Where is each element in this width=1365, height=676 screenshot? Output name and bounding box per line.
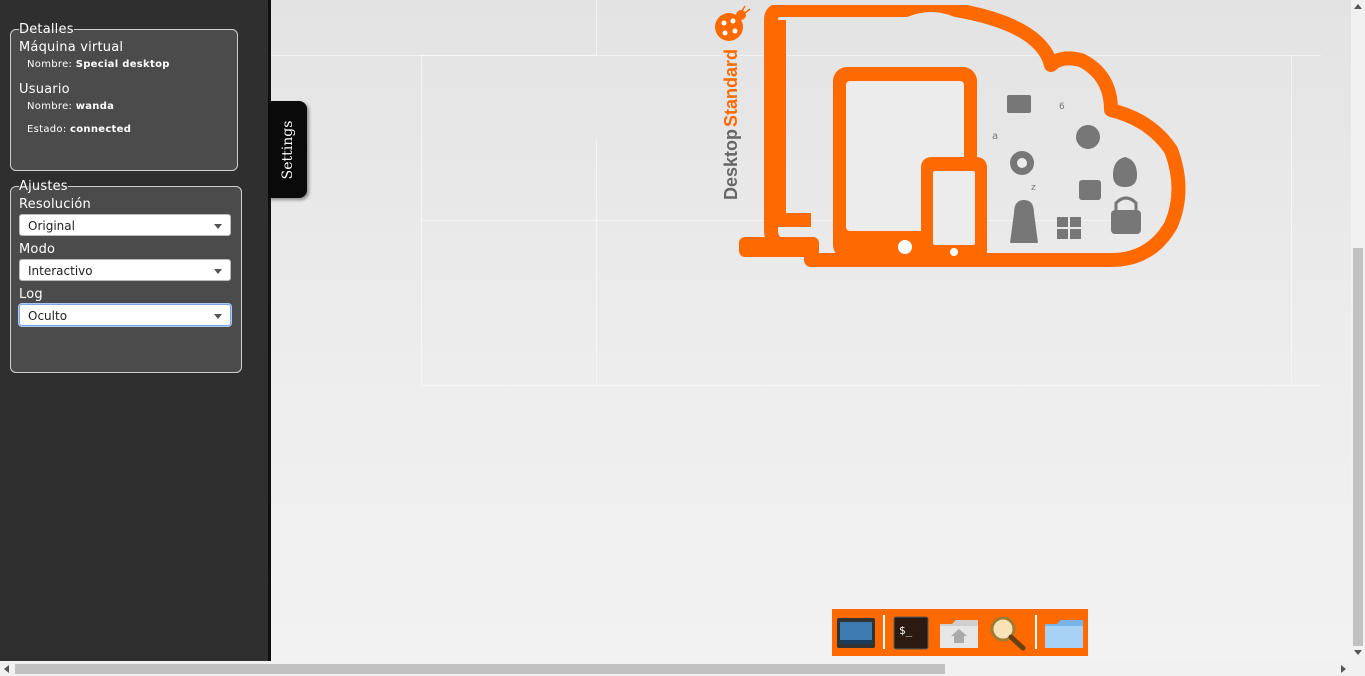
horizontal-scrollbar[interactable] bbox=[0, 661, 1365, 676]
vm-name-label: Nombre: bbox=[27, 59, 73, 70]
details-panel: Detalles Máquina virtual Nombre: Special… bbox=[10, 22, 238, 171]
log-select[interactable]: Oculto bbox=[19, 304, 231, 326]
settings-tab-label: Settings bbox=[279, 120, 296, 179]
log-value: Oculto bbox=[28, 309, 68, 323]
vm-name-value: Special desktop bbox=[75, 59, 170, 70]
terminal-icon[interactable]: $_ bbox=[892, 614, 932, 651]
resolution-value: Original bbox=[28, 219, 75, 233]
ssl-lock-icon bbox=[1111, 210, 1141, 234]
digit-glyph: 6 bbox=[1059, 102, 1065, 112]
ladybug-icon bbox=[715, 5, 751, 41]
search-icon[interactable] bbox=[987, 614, 1027, 651]
apple-icon bbox=[1113, 157, 1137, 187]
wallpaper-line bbox=[1291, 55, 1292, 385]
user-name-value: wanda bbox=[75, 101, 115, 112]
details-legend: Detalles bbox=[19, 22, 74, 37]
mode-label: Modo bbox=[19, 242, 56, 257]
status-value: connected bbox=[70, 124, 132, 135]
letter-glyph: z bbox=[1031, 183, 1036, 193]
mode-select[interactable]: Interactivo bbox=[19, 259, 231, 281]
dock-separator bbox=[883, 615, 885, 649]
chevron-down-icon bbox=[214, 224, 222, 229]
status-row: Estado: connected bbox=[27, 124, 227, 135]
settings-legend: Ajustes bbox=[19, 179, 68, 194]
logo-text-right: Standard bbox=[721, 49, 741, 127]
letter-glyph: a bbox=[992, 131, 998, 142]
mode-value: Interactivo bbox=[28, 264, 93, 278]
folder-icon[interactable] bbox=[1043, 614, 1083, 651]
resolution-select[interactable]: Original bbox=[19, 214, 231, 236]
wallpaper-line bbox=[271, 55, 596, 56]
scroll-up-icon[interactable] bbox=[1354, 4, 1362, 9]
firefox-icon bbox=[1076, 125, 1100, 149]
android-icon bbox=[1079, 180, 1101, 200]
status-label: Estado: bbox=[27, 124, 67, 135]
mail-icon bbox=[1007, 95, 1031, 113]
remote-desktop[interactable]: Desktop Standard a 6 z $_ bbox=[271, 0, 1351, 661]
settings-tab[interactable]: Settings bbox=[268, 101, 307, 198]
vm-title: Máquina virtual bbox=[19, 40, 124, 55]
user-name-label: Nombre: bbox=[27, 101, 73, 112]
chevron-down-icon bbox=[214, 314, 222, 319]
dock: $_ bbox=[832, 609, 1088, 656]
wallpaper-line bbox=[596, 0, 597, 55]
home-folder-icon[interactable] bbox=[938, 614, 978, 651]
user-title: Usuario bbox=[19, 82, 70, 97]
wallpaper-line bbox=[421, 385, 1321, 386]
dock-separator bbox=[1035, 615, 1037, 649]
sidebar: Detalles Máquina virtual Nombre: Special… bbox=[0, 0, 268, 661]
linux-icon bbox=[1010, 200, 1038, 243]
horizontal-scroll-thumb[interactable] bbox=[15, 664, 945, 674]
scroll-right-icon[interactable] bbox=[1341, 665, 1346, 673]
resolution-label: Resolución bbox=[19, 197, 91, 212]
scroll-down-icon[interactable] bbox=[1354, 650, 1362, 655]
vertical-scrollbar[interactable] bbox=[1351, 0, 1365, 661]
vertical-scroll-thumb[interactable] bbox=[1353, 248, 1363, 646]
desktop-standard-logo: Desktop Standard a 6 z bbox=[715, 5, 1186, 267]
svg-text:$_: $_ bbox=[899, 624, 913, 637]
logo-text-left: Desktop bbox=[721, 129, 741, 200]
user-name-row: Nombre: wanda bbox=[27, 101, 227, 112]
log-label: Log bbox=[19, 287, 43, 302]
chevron-down-icon bbox=[214, 269, 222, 274]
show-desktop-icon[interactable] bbox=[835, 614, 875, 651]
vm-name-row: Nombre: Special desktop bbox=[27, 59, 227, 70]
wallpaper-line bbox=[596, 140, 597, 385]
settings-panel: Ajustes Resolución Original Modo Interac… bbox=[10, 179, 242, 373]
scroll-left-icon[interactable] bbox=[4, 665, 9, 673]
